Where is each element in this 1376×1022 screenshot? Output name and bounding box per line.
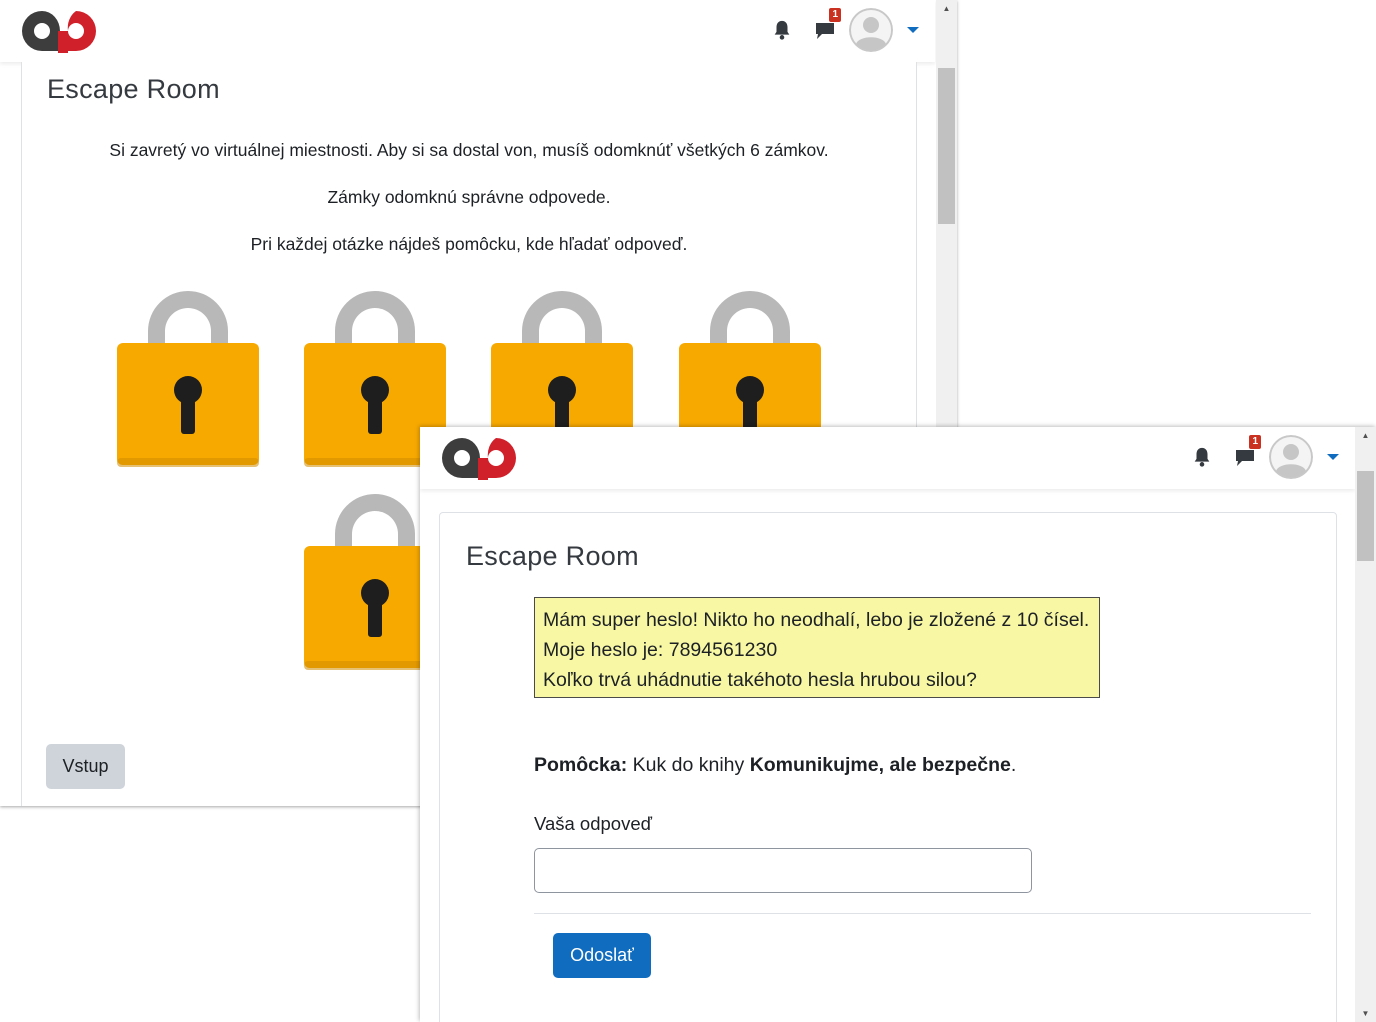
scroll-up-icon[interactable]: ▲ bbox=[936, 0, 957, 17]
top-navbar: 1 bbox=[420, 427, 1355, 489]
question-line: Koľko trvá uhádnutie takéhoto hesla hrub… bbox=[543, 669, 977, 691]
escape-room-question-window: 1 Escape Room Mám super heslo! Nikto ho … bbox=[420, 427, 1376, 1022]
messages-button[interactable]: 1 bbox=[813, 8, 841, 42]
intro-paragraph: Si zavretý vo virtuálnej miestnosti. Aby… bbox=[109, 140, 829, 160]
padlock-icon[interactable] bbox=[113, 286, 263, 471]
scroll-down-icon[interactable]: ▼ bbox=[1355, 1005, 1376, 1022]
bell-icon[interactable] bbox=[1191, 446, 1213, 468]
messages-badge: 1 bbox=[829, 8, 841, 22]
logo-icon[interactable] bbox=[20, 9, 98, 53]
logo-icon[interactable] bbox=[440, 436, 518, 480]
scroll-up-icon[interactable]: ▲ bbox=[1355, 427, 1376, 444]
hint-text: Pomôcka: Kuk do knihy Komunikujme, ale b… bbox=[534, 754, 1016, 777]
answer-label: Vaša odpoveď bbox=[534, 813, 653, 834]
scrollbar-thumb[interactable] bbox=[1357, 471, 1374, 561]
question-box: Mám super heslo! Nikto ho neodhalí, lebo… bbox=[534, 597, 1100, 698]
intro-paragraph: Zámky odomknú správne odpovede. bbox=[327, 187, 611, 207]
intro-paragraph: Pri každej otázke nájdeš pomôcku, kde hľ… bbox=[250, 234, 688, 254]
user-avatar-icon[interactable] bbox=[1269, 435, 1313, 479]
question-line: Moje heslo je: 7894561230 bbox=[543, 639, 778, 661]
messages-badge: 1 bbox=[1249, 435, 1261, 449]
hint-end: . bbox=[1010, 754, 1017, 776]
bell-icon[interactable] bbox=[771, 19, 793, 41]
answer-input[interactable] bbox=[534, 848, 1032, 893]
scrollbar[interactable]: ▲ ▼ bbox=[1355, 427, 1376, 1022]
activity-card: Escape Room Mám super heslo! Nikto ho ne… bbox=[439, 512, 1337, 1022]
chevron-down-icon[interactable] bbox=[907, 27, 919, 33]
messages-button[interactable]: 1 bbox=[1233, 435, 1261, 469]
page-title: Escape Room bbox=[47, 74, 220, 104]
top-navbar: 1 bbox=[0, 0, 935, 62]
enter-button[interactable]: Vstup bbox=[46, 744, 125, 789]
scrollbar-thumb[interactable] bbox=[938, 68, 955, 224]
page-title: Escape Room bbox=[466, 541, 639, 571]
user-avatar-icon[interactable] bbox=[849, 8, 893, 52]
question-line: Mám super heslo! Nikto ho neodhalí, lebo… bbox=[543, 609, 1090, 631]
chevron-down-icon[interactable] bbox=[1327, 454, 1339, 460]
form-divider bbox=[534, 913, 1311, 914]
submit-button[interactable]: Odoslať bbox=[553, 933, 651, 978]
hint-label: Pomôcka: bbox=[534, 754, 628, 776]
hint-book-title: Komunikujme, ale bezpečne bbox=[749, 754, 1011, 776]
hint-body: Kuk do knihy bbox=[627, 754, 750, 776]
